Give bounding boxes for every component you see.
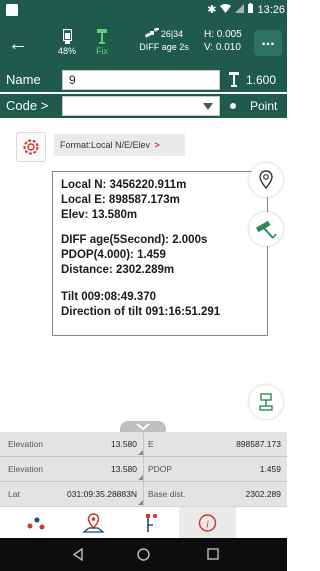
target-button[interactable] bbox=[249, 163, 283, 197]
wifi-icon bbox=[220, 3, 232, 16]
gnss-antenna-icon bbox=[97, 29, 107, 44]
battery-icon bbox=[248, 3, 254, 16]
cell-corner-icon bbox=[138, 450, 143, 455]
point-name-input[interactable]: 9 bbox=[62, 70, 220, 90]
format-selector[interactable]: Format:Local N/E/Elev > bbox=[54, 134, 185, 156]
status-bar: ✱ 13:26 bbox=[0, 0, 287, 22]
cell-corner-icon bbox=[138, 500, 143, 505]
back-arrow-icon[interactable]: ← bbox=[6, 32, 30, 56]
antenna-height[interactable]: 1.600 bbox=[220, 70, 287, 90]
cell-corner-icon bbox=[138, 475, 143, 480]
info-icon: i bbox=[198, 514, 217, 532]
collect-point-icon bbox=[259, 393, 273, 411]
distance: Distance: 2302.289m bbox=[61, 264, 175, 276]
clock: 13:26 bbox=[257, 3, 285, 16]
nav-back-icon[interactable] bbox=[72, 548, 84, 561]
code-input[interactable] bbox=[62, 96, 220, 116]
bluetooth-icon: ✱ bbox=[207, 4, 217, 16]
antenna-height-icon bbox=[229, 72, 239, 87]
tab-info[interactable]: i bbox=[179, 507, 236, 539]
status-icons: ✱ 13:26 bbox=[207, 3, 285, 16]
tilt: Tilt 009:08:49.370 bbox=[61, 291, 157, 303]
antenna-height-value: 1.600 bbox=[246, 73, 277, 87]
name-row: Name 9 1.600 bbox=[0, 68, 287, 92]
receiver-icon bbox=[62, 29, 72, 44]
system-nav-bar bbox=[0, 538, 287, 571]
direction-of-tilt: Direction of tilt 091:16:51.291 bbox=[61, 306, 221, 318]
nav-recents-icon[interactable] bbox=[207, 548, 219, 560]
bottom-tab-bar: i bbox=[0, 506, 287, 539]
diff-age: DIFF age 2s bbox=[139, 42, 189, 52]
point-dot-icon bbox=[230, 103, 236, 109]
settings-button[interactable] bbox=[16, 132, 46, 162]
pole-tilt-icon bbox=[255, 220, 277, 239]
tab-map[interactable] bbox=[65, 507, 122, 539]
local-e: Local E: 898587.173m bbox=[61, 194, 180, 206]
notification-icon bbox=[6, 4, 18, 16]
table-cell[interactable]: Elevation 13.580 bbox=[0, 457, 143, 481]
point-type-label: Point bbox=[250, 99, 278, 113]
code-label[interactable]: Code > bbox=[6, 98, 48, 113]
name-label: Name bbox=[6, 72, 41, 87]
dropdown-caret-icon[interactable] bbox=[203, 103, 213, 110]
more-button[interactable]: ... bbox=[254, 30, 282, 56]
table-cell[interactable]: E 898587.173 bbox=[144, 432, 287, 456]
tab-points[interactable] bbox=[8, 507, 65, 539]
elevation: Elev: 13.580m bbox=[61, 209, 138, 221]
svg-text:i: i bbox=[206, 519, 209, 531]
collect-point-button[interactable] bbox=[249, 385, 283, 419]
table-cell[interactable]: Lat 031:09:35.28883N bbox=[0, 482, 143, 506]
local-n: Local N: 3456220.911m bbox=[61, 179, 187, 191]
receiver-battery: 48% bbox=[54, 29, 80, 56]
pdop-line: PDOP(4.000): 1.459 bbox=[61, 249, 166, 261]
fix-label: Fix bbox=[96, 46, 108, 56]
v-precision: V: 0.010 bbox=[204, 42, 241, 53]
precision-readout: H: 0.005 V: 0.010 bbox=[204, 28, 242, 54]
table-cell[interactable]: PDOP 1.459 bbox=[144, 457, 287, 481]
gear-icon bbox=[23, 139, 39, 155]
info-table: Elevation 13.580 E 898587.173 Elevation … bbox=[0, 432, 287, 506]
chevron-right-icon: > bbox=[154, 140, 160, 150]
nav-home-icon[interactable] bbox=[137, 548, 150, 561]
table-cell[interactable]: Elevation 13.580 bbox=[0, 432, 143, 456]
h-precision: H: 0.005 bbox=[204, 29, 242, 40]
fix-status: Fix bbox=[89, 29, 115, 56]
satellite-count: 26|34 bbox=[160, 29, 184, 39]
table-cell[interactable]: Base dist. 2302.289 bbox=[144, 482, 287, 506]
signal-icon bbox=[235, 3, 245, 16]
diff-age-line: DIFF age(5Second): 2.000s bbox=[61, 234, 208, 246]
satellite-status[interactable]: 26|34 DIFF age 2s bbox=[134, 28, 194, 52]
code-row: Code > Point bbox=[0, 94, 287, 118]
points-icon bbox=[27, 517, 45, 530]
stakeout-icon bbox=[146, 514, 157, 532]
chevron-down-icon bbox=[136, 423, 150, 431]
format-label: Format:Local N/E/Elev bbox=[60, 140, 151, 150]
survey-pole-button[interactable] bbox=[249, 212, 283, 246]
tab-stakeout[interactable] bbox=[122, 507, 179, 539]
point-type-selector[interactable]: Point bbox=[220, 96, 287, 116]
top-toolbar: ← 48% Fix 26|34 DIFF age 2s H: 0.005 V: … bbox=[0, 22, 287, 68]
battery-percent: 48% bbox=[57, 46, 76, 56]
target-pin-icon bbox=[259, 170, 273, 190]
map-pin-icon bbox=[82, 513, 105, 533]
satellite-icon bbox=[144, 28, 159, 38]
coordinate-info-card: Local N: 3456220.911m Local E: 898587.17… bbox=[52, 171, 268, 336]
